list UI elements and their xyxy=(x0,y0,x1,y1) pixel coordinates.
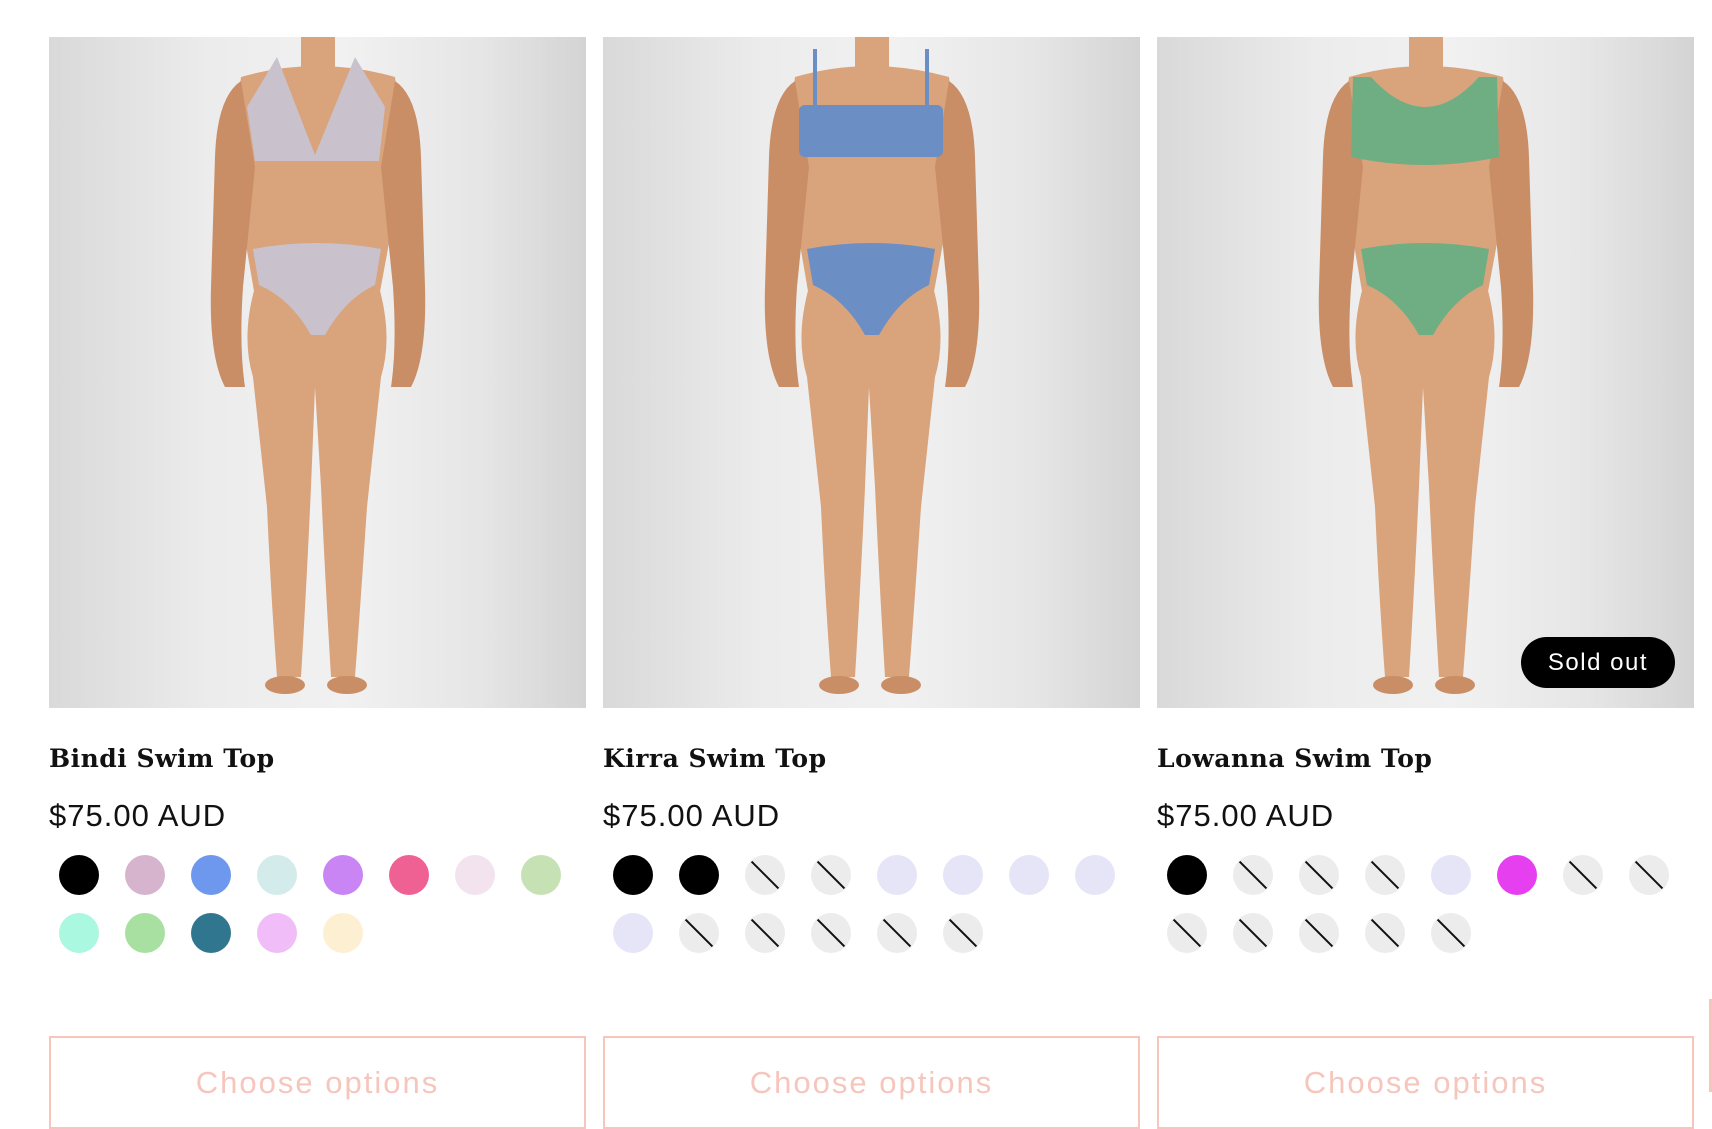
color-swatch[interactable] xyxy=(1497,855,1537,895)
color-swatch[interactable] xyxy=(59,913,99,953)
color-swatch-list xyxy=(1167,855,1707,953)
color-swatch-unavailable[interactable] xyxy=(811,913,851,953)
color-swatch-unavailable[interactable] xyxy=(877,913,917,953)
model-figure xyxy=(1318,37,1534,694)
color-swatch-unavailable[interactable] xyxy=(745,855,785,895)
color-swatch-unavailable[interactable] xyxy=(1431,913,1471,953)
color-swatch[interactable] xyxy=(59,855,99,895)
color-swatch-unavailable[interactable] xyxy=(1365,855,1405,895)
color-swatch[interactable] xyxy=(613,855,653,895)
color-swatch[interactable] xyxy=(1167,855,1207,895)
product-image[interactable] xyxy=(603,37,1140,708)
product-title[interactable]: Lowanna Swim Top xyxy=(1157,742,1694,776)
color-swatch[interactable] xyxy=(125,855,165,895)
product-price: $75.00 AUD xyxy=(1157,798,1335,833)
color-swatch[interactable] xyxy=(1431,855,1471,895)
color-swatch[interactable] xyxy=(877,855,917,895)
color-swatch[interactable] xyxy=(257,855,297,895)
color-swatch-unavailable[interactable] xyxy=(1629,855,1669,895)
color-swatch[interactable] xyxy=(455,855,495,895)
color-swatch-unavailable[interactable] xyxy=(811,855,851,895)
color-swatch[interactable] xyxy=(1075,855,1115,895)
product-image[interactable]: Sold out xyxy=(1157,37,1694,708)
color-swatch-unavailable[interactable] xyxy=(1299,913,1339,953)
color-swatch[interactable] xyxy=(1009,855,1049,895)
color-swatch-unavailable[interactable] xyxy=(679,913,719,953)
color-swatch-list xyxy=(59,855,599,953)
color-swatch-unavailable[interactable] xyxy=(1365,913,1405,953)
sold-out-badge: Sold out xyxy=(1520,637,1675,688)
color-swatch[interactable] xyxy=(191,913,231,953)
model-figure xyxy=(210,37,426,694)
product-title[interactable]: Bindi Swim Top xyxy=(49,742,586,776)
color-swatch[interactable] xyxy=(613,913,653,953)
choose-options-button[interactable]: Choose options xyxy=(49,1036,586,1129)
model-figure xyxy=(764,37,980,694)
color-swatch-list xyxy=(613,855,1153,953)
color-swatch[interactable] xyxy=(679,855,719,895)
product-card: Sold out Lowanna Swim Top $75.00 AUD Cho… xyxy=(1157,37,1694,1129)
color-swatch-unavailable[interactable] xyxy=(1299,855,1339,895)
color-swatch[interactable] xyxy=(191,855,231,895)
color-swatch-unavailable[interactable] xyxy=(943,913,983,953)
color-swatch-unavailable[interactable] xyxy=(1563,855,1603,895)
choose-options-button[interactable]: Choose options xyxy=(603,1036,1140,1129)
product-grid: Bindi Swim Top $75.00 AUD Choose options… xyxy=(49,37,1694,1129)
product-card: Bindi Swim Top $75.00 AUD Choose options xyxy=(49,37,586,1129)
color-swatch[interactable] xyxy=(323,855,363,895)
color-swatch-unavailable[interactable] xyxy=(1167,913,1207,953)
product-price: $75.00 AUD xyxy=(603,798,781,833)
color-swatch[interactable] xyxy=(323,913,363,953)
color-swatch[interactable] xyxy=(257,913,297,953)
product-card: Kirra Swim Top $75.00 AUD Choose options xyxy=(603,37,1140,1129)
color-swatch-unavailable[interactable] xyxy=(1233,913,1273,953)
product-price: $75.00 AUD xyxy=(49,798,227,833)
product-title[interactable]: Kirra Swim Top xyxy=(603,742,1140,776)
color-swatch-unavailable[interactable] xyxy=(1233,855,1273,895)
choose-options-button[interactable]: Choose options xyxy=(1157,1036,1694,1129)
product-image[interactable] xyxy=(49,37,586,708)
color-swatch[interactable] xyxy=(943,855,983,895)
color-swatch-unavailable[interactable] xyxy=(745,913,785,953)
color-swatch[interactable] xyxy=(125,913,165,953)
color-swatch[interactable] xyxy=(521,855,561,895)
color-swatch[interactable] xyxy=(389,855,429,895)
